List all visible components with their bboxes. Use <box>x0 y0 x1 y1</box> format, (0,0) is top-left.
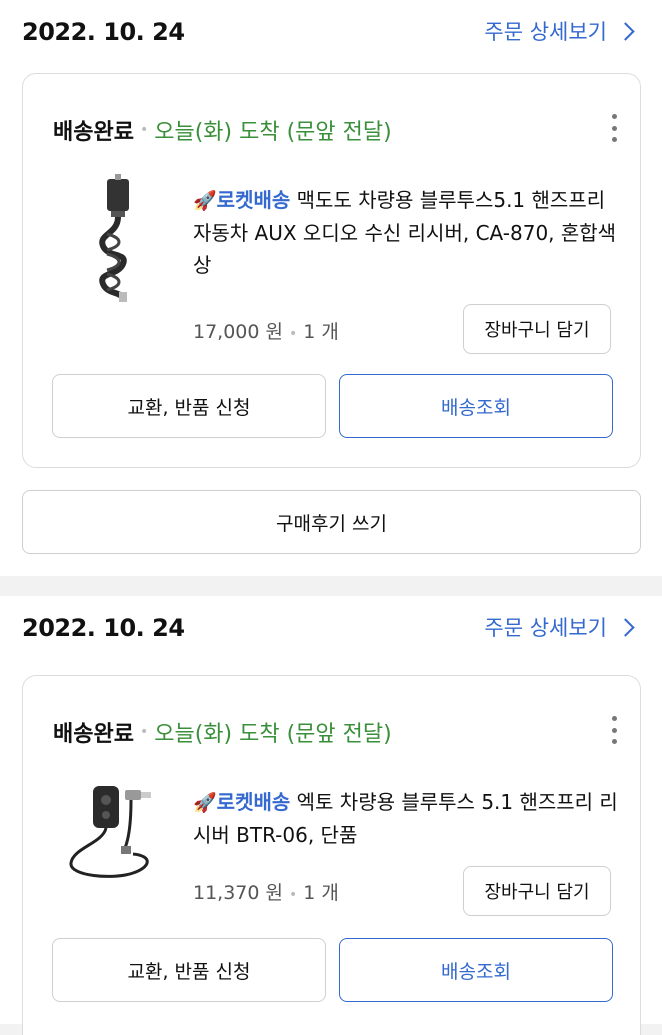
separator-dot: • <box>139 724 149 740</box>
product-thumbnail[interactable] <box>63 174 163 304</box>
delivery-status-row: 배송완료 • 오늘(화) 도착 (문앞 전달) <box>53 716 392 748</box>
delivery-status: 배송완료 <box>53 120 134 145</box>
track-delivery-button[interactable]: 배송조회 <box>339 938 613 1002</box>
product-name[interactable]: 🚀로켓배송 맥도도 차량용 블루투스5.1 핸즈프리 자동차 AUX 오디오 수… <box>193 184 623 282</box>
order-detail-link[interactable]: 주문 상세보기 <box>484 612 635 642</box>
order-detail-link[interactable]: 주문 상세보기 <box>484 16 635 46</box>
order-header: 2022. 10. 24 주문 상세보기 <box>0 596 662 668</box>
order-date: 2022. 10. 24 <box>22 18 185 46</box>
order-group: 2022. 10. 24 주문 상세보기 배송완료 • 오늘(화) 도착 (문앞… <box>0 596 662 1035</box>
rocket-delivery-badge: 로켓배송 <box>216 790 291 814</box>
arrival-info: 오늘(화) 도착 (문앞 전달) <box>154 722 392 747</box>
add-to-cart-button[interactable]: 장바구니 담기 <box>463 866 611 916</box>
separator-dot: • <box>289 326 298 342</box>
order-detail-label: 주문 상세보기 <box>484 20 607 44</box>
order-detail-label: 주문 상세보기 <box>484 616 607 640</box>
product-thumbnail[interactable] <box>63 768 163 898</box>
add-to-cart-button[interactable]: 장바구니 담기 <box>463 304 611 354</box>
exchange-return-button[interactable]: 교환, 반품 신청 <box>52 938 326 1002</box>
more-options-icon[interactable] <box>606 110 622 146</box>
price: 11,370 원 <box>193 882 284 904</box>
quantity: 1 개 <box>303 882 339 904</box>
order-card: 배송완료 • 오늘(화) 도착 (문앞 전달) 🚀로켓배송 엑토 차량용 블루투… <box>22 675 641 1035</box>
write-review-button[interactable]: 구매후기 쓰기 <box>22 490 641 554</box>
rocket-icon: 🚀 <box>193 792 217 814</box>
separator-dot: • <box>289 887 298 903</box>
chevron-right-icon <box>616 618 635 637</box>
quantity: 1 개 <box>303 321 339 343</box>
order-card: 배송완료 • 오늘(화) 도착 (문앞 전달) 🚀로켓배송 맥도도 차량용 블루… <box>22 73 641 468</box>
delivery-status: 배송완료 <box>53 722 134 747</box>
order-header: 2022. 10. 24 주문 상세보기 <box>0 0 662 72</box>
rocket-icon: 🚀 <box>193 190 217 212</box>
exchange-return-button[interactable]: 교환, 반품 신청 <box>52 374 326 438</box>
price: 17,000 원 <box>193 321 284 343</box>
product-name[interactable]: 🚀로켓배송 엑토 차량용 블루투스 5.1 핸즈프리 리시버 BTR-06, 단… <box>193 786 623 851</box>
more-options-icon[interactable] <box>606 712 622 748</box>
order-date: 2022. 10. 24 <box>22 614 185 642</box>
track-delivery-button[interactable]: 배송조회 <box>339 374 613 438</box>
separator-dot: • <box>139 122 149 138</box>
price-row: 17,000 원 • 1 개 <box>193 317 339 344</box>
arrival-info: 오늘(화) 도착 (문앞 전달) <box>154 120 392 145</box>
chevron-right-icon <box>616 22 635 41</box>
delivery-status-row: 배송완료 • 오늘(화) 도착 (문앞 전달) <box>53 114 392 146</box>
rocket-delivery-badge: 로켓배송 <box>216 188 291 212</box>
price-row: 11,370 원 • 1 개 <box>193 878 339 905</box>
order-group: 2022. 10. 24 주문 상세보기 배송완료 • 오늘(화) 도착 (문앞… <box>0 0 662 576</box>
